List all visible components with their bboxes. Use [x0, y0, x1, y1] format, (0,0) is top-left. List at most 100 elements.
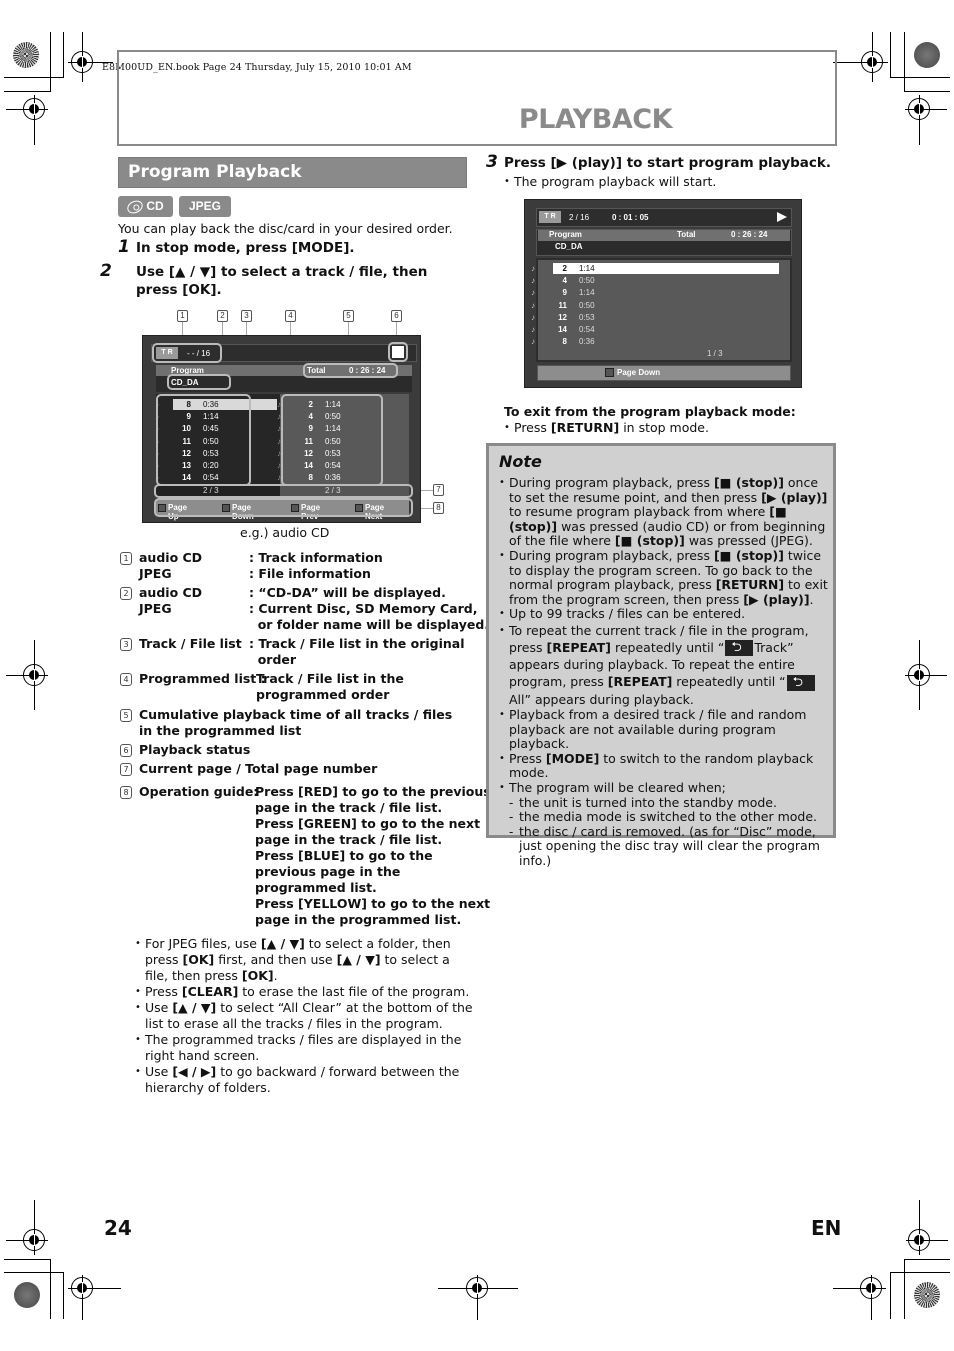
repeat-icon [786, 674, 815, 691]
registration-mark-icon [466, 1277, 488, 1299]
callout-number-8: 8 [120, 786, 132, 799]
description-text: : Track information [249, 550, 383, 565]
track-row[interactable]: ♪ 11 0:50 [531, 300, 647, 312]
description-text: order [249, 652, 297, 667]
cd-badge: CD [118, 196, 173, 217]
bullet-jpeg-folders: For JPEG files, use [▲ / ▼] to select a … [135, 936, 475, 984]
registration-mark-icon [23, 98, 45, 120]
description-text: or folder name will be displayed. [249, 617, 490, 632]
track-row[interactable]: ♪ 9 1:14 [531, 288, 647, 299]
description-text: Cumulative playback time of all tracks /… [139, 707, 453, 738]
repeat-icon [725, 639, 754, 657]
program-playback-screen: T R 2 / 16 0 : 01 : 05 Program CD_DA Tot… [524, 199, 802, 388]
track-number: 14 [558, 325, 567, 334]
bullet-clear: Press [CLEAR] to erase the last file of … [135, 984, 475, 1000]
callout-6: 6 [391, 310, 402, 322]
description-line: Press [RED] to go to the previous [255, 784, 491, 799]
note-title: Note [499, 452, 542, 471]
exit-instruction: Press [RETURN] in stop mode. [504, 420, 709, 436]
callout-7: 7 [433, 484, 444, 496]
program-label: Program [549, 230, 582, 239]
note-item: Up to 99 tracks / files can be entered. [499, 607, 829, 622]
description-term: JPEG [139, 566, 172, 581]
callout-number-6: 6 [120, 744, 132, 757]
description-term: Track / File list [139, 636, 242, 651]
program-screen-example: T R - - / 16 Program CD_DA Total 0 : 26 … [142, 335, 421, 523]
description-term: Programmed list : [139, 671, 266, 686]
track-row[interactable]: ♪ 14 0:54 [531, 325, 647, 336]
track-time: 0:50 [579, 276, 595, 286]
track-time: 0:36 [579, 337, 595, 347]
track-time: 1:14 [579, 264, 595, 273]
tr-value: 2 / 16 [569, 213, 590, 222]
description-line: previous page in the [255, 864, 401, 879]
description-line: Press [GREEN] to go to the next [255, 816, 481, 831]
total-value: 0 : 26 : 24 [731, 230, 768, 239]
tr-label: T R [539, 211, 561, 223]
track-row[interactable]: ♪ 2 1:14 [531, 264, 647, 275]
callout-number-1: 1 [120, 552, 132, 565]
description-text: programmed order [256, 687, 390, 702]
note-sub-item: the media mode is switched to the other … [499, 809, 829, 825]
registration-mark-icon [861, 51, 883, 73]
section-title-bar: Program Playback [118, 157, 467, 188]
step-3: 3 Press [▶ (play)] to start program playb… [486, 152, 832, 172]
note-item: Playback from a desired track / file and… [499, 707, 829, 752]
music-note-icon: ♪ [531, 276, 535, 286]
page-down-key-icon [605, 368, 614, 377]
note-box: Note During program playback, press [■ (… [486, 443, 836, 868]
callout-2: 2 [217, 310, 228, 322]
track-time: 0:50 [579, 300, 595, 310]
note-item: Press [MODE] to switch to the random pla… [499, 751, 829, 781]
section-title: Program Playback [128, 162, 302, 182]
registration-disc-icon [914, 1282, 940, 1308]
track-row[interactable]: ♪ 8 0:36 [531, 337, 647, 348]
exit-bullets: Press [RETURN] in stop mode. [504, 420, 709, 436]
description-term: JPEG [139, 601, 172, 616]
note-item: The program will be cleared when; [499, 780, 829, 796]
description-line: Press [YELLOW] to go to the next [255, 896, 491, 911]
track-row[interactable]: ♪ 12 0:53 [531, 312, 647, 324]
track-number: 12 [558, 312, 567, 322]
registration-disc-icon [914, 42, 940, 68]
callout-number-2: 2 [120, 587, 132, 600]
registration-mark-icon [908, 1229, 930, 1251]
description-line: page in the track / file list. [255, 800, 443, 815]
description-term: audio CD [139, 585, 203, 600]
source-name: CD_DA [555, 242, 583, 251]
track-number: 9 [562, 288, 567, 298]
total-label: Total [677, 230, 696, 239]
description-term: audio CD [139, 550, 203, 565]
page-number: 24 [104, 1216, 132, 1240]
note-item: During program playback, press [■ (stop)… [499, 548, 829, 607]
note-sub-item: the disc / card is removed. (as for “Dis… [499, 824, 829, 869]
description-text: : File information [249, 566, 371, 581]
page-indicator: 1 / 3 [707, 349, 723, 358]
exit-title: To exit from the program playback mode: [504, 404, 796, 419]
callout-number-5: 5 [120, 709, 132, 722]
bullet-all-clear: Use [▲ / ▼] to select “All Clear” at the… [135, 1000, 475, 1032]
track-row[interactable]: ♪ 4 0:50 [531, 276, 647, 287]
language-code: EN [811, 1216, 842, 1240]
music-note-icon: ♪ [531, 264, 535, 273]
step-3-sub: The program playback will start. [504, 174, 716, 190]
note-item-repeat: To repeat the current track / file in th… [499, 622, 829, 708]
disc-icon [125, 198, 146, 216]
description-line: programmed list. [255, 880, 377, 895]
registration-mark-icon [860, 1277, 882, 1299]
note-sub-item: the unit is turned into the standby mode… [499, 795, 829, 811]
callout-number-7: 7 [120, 763, 132, 776]
bullet-right-screen: The programmed tracks / files are displa… [135, 1032, 475, 1064]
registration-mark-icon [23, 664, 45, 686]
description-line: page in the programmed list. [255, 912, 462, 927]
track-number: 2 [562, 264, 567, 273]
bullet-hierarchy: Use [◀ / ▶] to go backward / forward bet… [135, 1064, 475, 1096]
track-number: 4 [562, 276, 567, 286]
music-note-icon: ♪ [531, 312, 535, 322]
track-time: 1:14 [579, 288, 595, 298]
track-time: 0:53 [579, 312, 595, 322]
description-text: : “CD-DA” will be displayed. [249, 585, 446, 600]
music-note-icon: ♪ [531, 288, 535, 298]
registration-disc-icon [13, 42, 39, 68]
music-note-icon: ♪ [531, 337, 535, 347]
